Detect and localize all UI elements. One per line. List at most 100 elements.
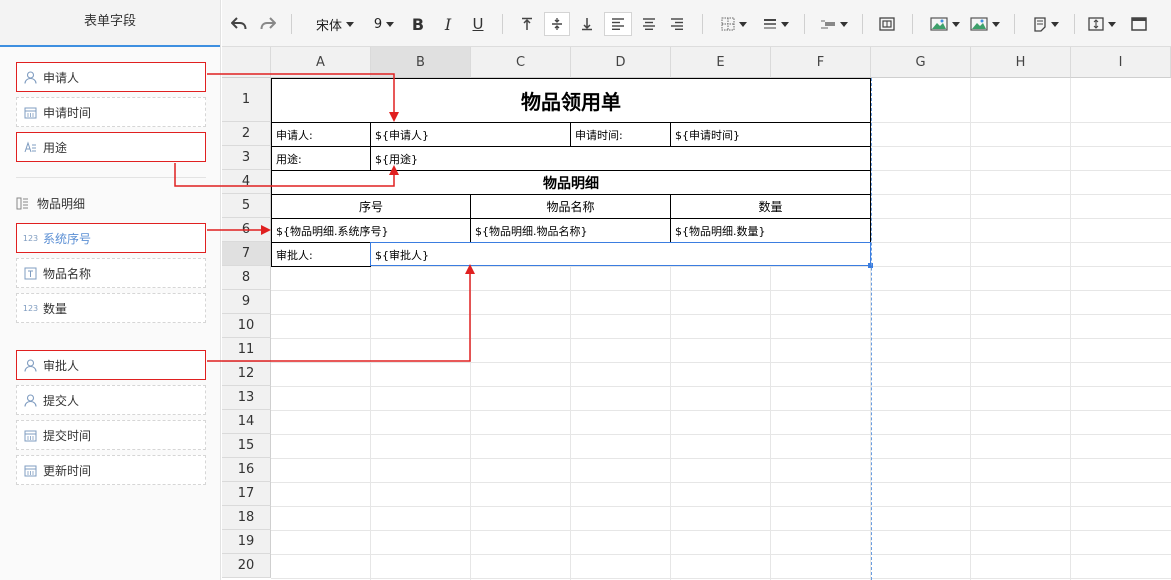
field-quantity[interactable]: 123 数量	[16, 293, 206, 323]
field-purpose[interactable]: 用途	[16, 132, 206, 162]
field-item-name[interactable]: 物品名称	[16, 258, 206, 288]
column-header[interactable]: E	[671, 47, 771, 78]
cell-apply-time-value[interactable]: ${申请时间}	[671, 123, 870, 146]
cell-purpose-label[interactable]: 用途:	[272, 147, 370, 170]
field-submitter[interactable]: 提交人	[16, 385, 206, 415]
app-window: 表单字段 申请人 申请时间 用途 物品明细 123 系统序号 物品名称 123	[0, 0, 1171, 580]
background-image-button[interactable]	[968, 12, 1002, 36]
align-middle-button[interactable]	[544, 12, 570, 36]
row-header[interactable]: 5	[222, 194, 271, 218]
cell-applicant-label[interactable]: 申请人:	[272, 123, 370, 146]
align-bottom-icon	[582, 18, 592, 31]
insert-image-button[interactable]	[928, 12, 962, 36]
row-header[interactable]: 7	[222, 242, 271, 266]
font-family-select[interactable]: 宋体	[308, 12, 362, 36]
panel-title: 表单字段	[0, 0, 220, 47]
field-applicant[interactable]: 申请人	[16, 62, 206, 92]
align-middle-icon	[552, 18, 562, 30]
cell-detail-name-value[interactable]: ${物品明细.物品名称}	[471, 219, 670, 242]
spreadsheet-grid[interactable]: A B C D E F G H I 1 2 3 4 5 6 7 8 9 10 1…	[222, 47, 1171, 580]
cell-purpose-value[interactable]: ${用途}	[371, 147, 870, 170]
column-header[interactable]: I	[1071, 47, 1171, 78]
row-header[interactable]: 12	[222, 362, 271, 386]
undo-button[interactable]	[228, 12, 250, 36]
italic-button[interactable]: I	[438, 12, 458, 36]
cell-title[interactable]: 物品领用单	[272, 79, 870, 122]
image-icon	[930, 17, 948, 31]
row-header[interactable]: 1	[222, 78, 271, 122]
row-header[interactable]: 3	[222, 146, 271, 170]
fullscreen-button[interactable]	[1128, 12, 1150, 36]
column-header[interactable]: H	[971, 47, 1071, 78]
gridline	[271, 554, 1171, 555]
column-header[interactable]: C	[471, 47, 571, 78]
align-center-icon	[643, 18, 655, 30]
font-size-select[interactable]: 9	[368, 12, 400, 36]
row-header[interactable]: 2	[222, 122, 271, 146]
field-label: 申请时间	[43, 105, 92, 120]
column-header[interactable]: D	[571, 47, 671, 78]
row-header[interactable]: 6	[222, 218, 271, 242]
align-left-button[interactable]	[604, 12, 632, 36]
align-right-button[interactable]	[666, 12, 688, 36]
gridline	[271, 410, 1171, 411]
row-header[interactable]: 18	[222, 506, 271, 530]
bold-button[interactable]: B	[408, 12, 428, 36]
cell-detail-header-serial[interactable]: 序号	[272, 195, 470, 218]
merge-cells-button[interactable]	[876, 12, 898, 36]
group-label: 物品明细	[37, 196, 86, 211]
user-icon	[24, 358, 37, 372]
document-icon	[1034, 16, 1046, 32]
calendar-icon	[24, 106, 37, 119]
underline-button[interactable]: U	[468, 12, 488, 36]
cell-apply-time-label[interactable]: 申请时间:	[571, 123, 670, 146]
row-header[interactable]: 14	[222, 410, 271, 434]
cell-selection[interactable]	[370, 242, 871, 266]
column-header[interactable]: G	[871, 47, 971, 78]
gridline	[271, 458, 1171, 459]
caret-down-icon	[386, 21, 395, 27]
gridline	[271, 530, 1171, 531]
field-system-serial[interactable]: 123 系统序号	[16, 223, 206, 253]
align-bottom-button[interactable]	[576, 12, 598, 36]
cell-detail-quantity-value[interactable]: ${物品明细.数量}	[671, 219, 870, 242]
row-header[interactable]: 16	[222, 458, 271, 482]
column-header[interactable]: B	[371, 47, 471, 78]
row-height-button[interactable]	[1088, 12, 1116, 36]
cell-approver-label[interactable]: 审批人:	[272, 243, 370, 266]
field-apply-time[interactable]: 申请时间	[16, 97, 206, 127]
field-approver[interactable]: 审批人	[16, 350, 206, 380]
column-header[interactable]: A	[271, 47, 371, 78]
field-update-time[interactable]: 更新时间	[16, 455, 206, 485]
align-top-button[interactable]	[516, 12, 538, 36]
row-header[interactable]: 8	[222, 266, 271, 290]
cell-detail-title[interactable]: 物品明细	[272, 171, 870, 194]
row-header[interactable]: 10	[222, 314, 271, 338]
cell-applicant-value[interactable]: ${申请人}	[371, 123, 570, 146]
redo-button[interactable]	[257, 12, 279, 36]
row-header[interactable]: 4	[222, 170, 271, 194]
column-header[interactable]: F	[771, 47, 871, 78]
field-submit-time[interactable]: 提交时间	[16, 420, 206, 450]
row-header[interactable]: 11	[222, 338, 271, 362]
calendar-icon	[24, 429, 37, 442]
line-style-button[interactable]	[760, 12, 792, 36]
merge-cells-icon	[879, 17, 895, 31]
cell-detail-header-name[interactable]: 物品名称	[471, 195, 670, 218]
subtable-group[interactable]: 物品明细	[16, 194, 85, 212]
row-header[interactable]: 13	[222, 386, 271, 410]
align-center-button[interactable]	[638, 12, 660, 36]
border-button[interactable]	[718, 12, 750, 36]
gridline	[271, 434, 1171, 435]
row-header[interactable]: 9	[222, 290, 271, 314]
gridline	[1070, 78, 1071, 580]
row-header[interactable]: 15	[222, 434, 271, 458]
row-header[interactable]: 17	[222, 482, 271, 506]
merge-style-button[interactable]	[818, 12, 850, 36]
row-header[interactable]: 20	[222, 554, 271, 578]
corner-header[interactable]	[222, 47, 271, 78]
cell-detail-header-quantity[interactable]: 数量	[671, 195, 870, 218]
page-setup-button[interactable]	[1030, 12, 1062, 36]
row-header[interactable]: 19	[222, 530, 271, 554]
cell-detail-serial-value[interactable]: ${物品明细.系统序号}	[272, 219, 470, 242]
